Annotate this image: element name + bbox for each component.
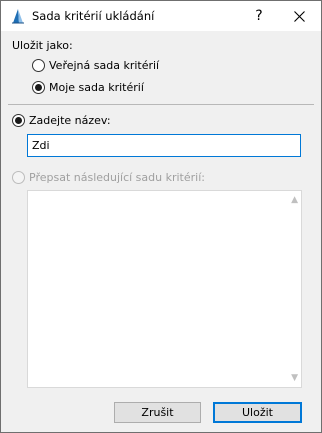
scroll-down-icon[interactable]: ▼: [291, 373, 298, 383]
help-icon: ?: [255, 8, 263, 24]
dialog-window: Sada kritérií ukládání ? Uložit jako: Ve…: [0, 0, 322, 433]
save-button[interactable]: Uložit: [213, 402, 302, 423]
radio-overwrite-set-label: Přepsat následující sadu kritérií:: [29, 171, 205, 184]
section-divider: [8, 104, 314, 105]
scroll-up-icon[interactable]: ▲: [291, 195, 298, 205]
app-logo-icon: [12, 9, 24, 24]
radio-enter-name-label[interactable]: Zadejte název:: [29, 114, 111, 127]
criteria-set-list[interactable]: ▲ ▼: [27, 190, 302, 388]
window-title: Sada kritérií ukládání: [32, 9, 155, 23]
radio-public-set[interactable]: [32, 59, 45, 72]
radio-overwrite-set: [12, 171, 25, 184]
close-icon: [293, 10, 305, 22]
close-button[interactable]: [277, 1, 321, 31]
cancel-button[interactable]: Zrušit: [114, 402, 201, 423]
radio-my-set[interactable]: [32, 81, 45, 94]
save-as-label: Uložit jako:: [12, 39, 73, 52]
name-input[interactable]: [27, 134, 301, 157]
radio-my-set-label[interactable]: Moje sada kritérií: [49, 81, 144, 94]
help-button[interactable]: ?: [244, 1, 274, 31]
title-bar: Sada kritérií ukládání ?: [1, 1, 321, 31]
radio-enter-name[interactable]: [12, 114, 25, 127]
radio-public-set-label[interactable]: Veřejná sada kritérií: [49, 59, 159, 72]
